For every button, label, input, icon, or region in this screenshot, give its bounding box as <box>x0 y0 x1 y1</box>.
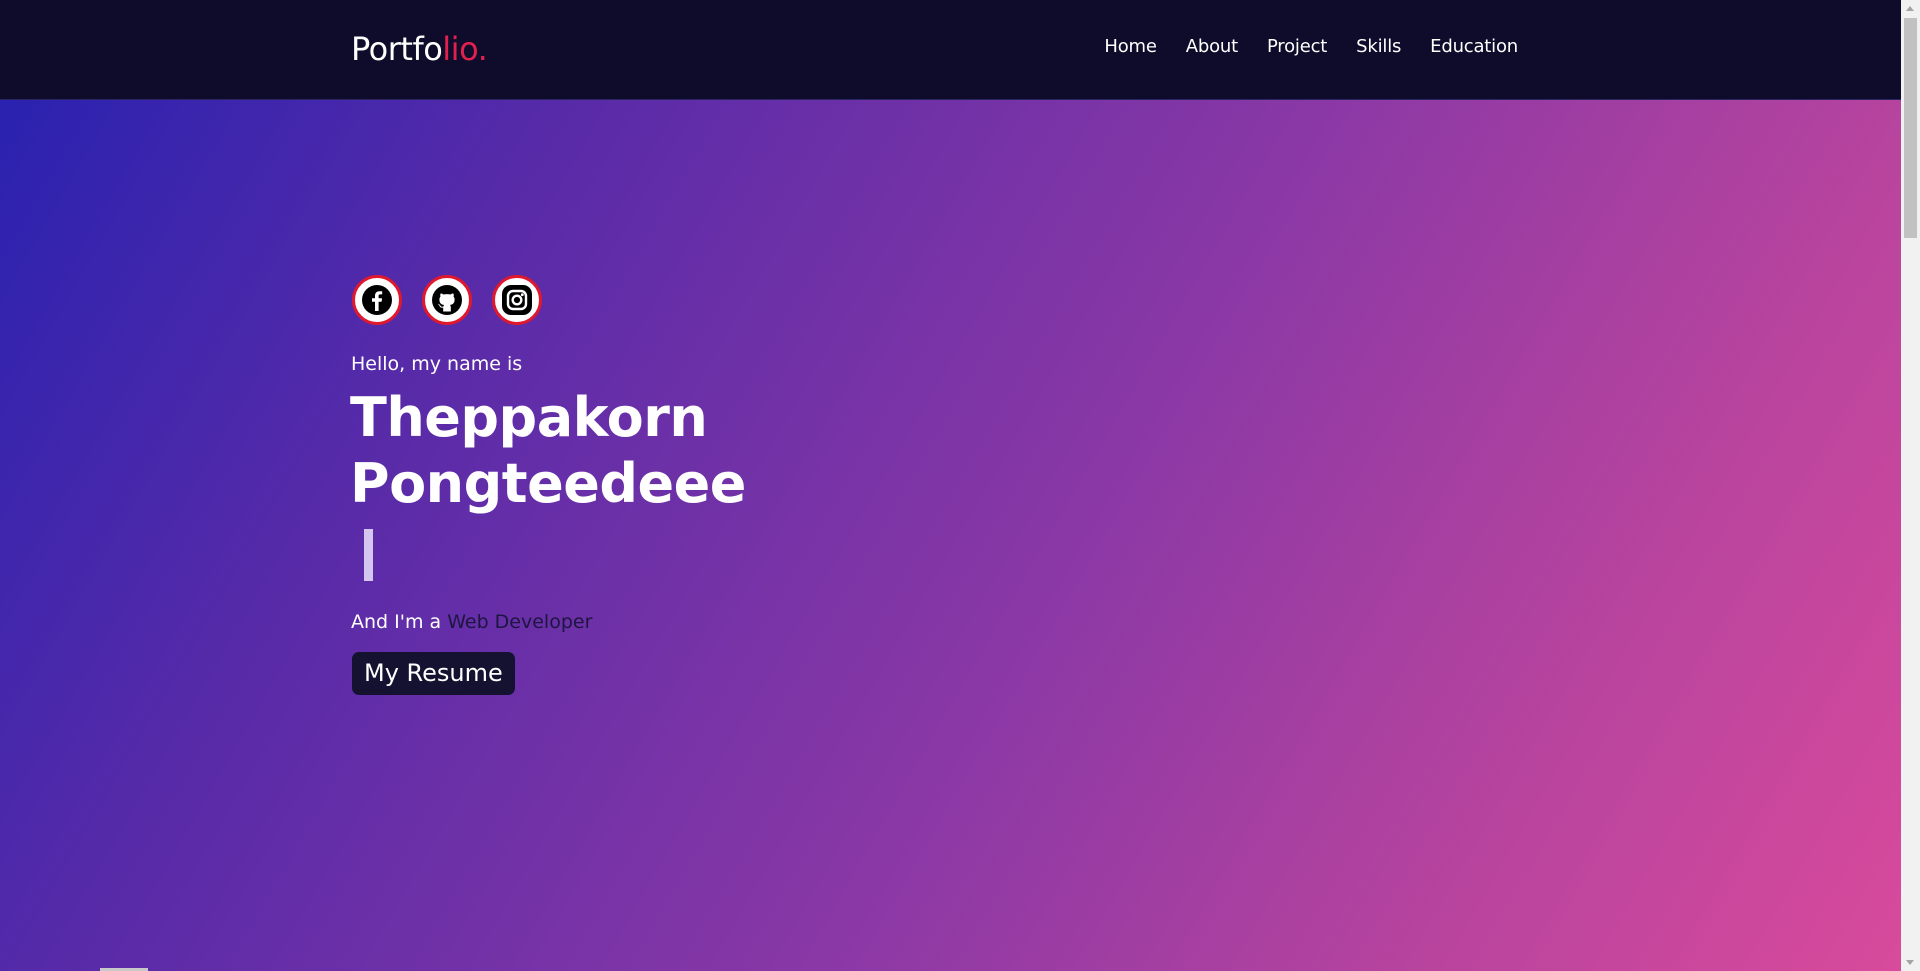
logo-accent-text: lio. <box>442 30 488 68</box>
logo[interactable]: Portfolio. <box>351 30 488 68</box>
nav-project[interactable]: Project <box>1267 36 1327 57</box>
github-icon <box>432 285 462 315</box>
logo-main-text: Portfo <box>351 30 443 68</box>
role-prefix: And I'm a <box>351 611 442 633</box>
github-link[interactable] <box>422 275 472 325</box>
typing-cursor <box>364 529 373 581</box>
instagram-icon <box>502 285 532 315</box>
hero-name: Theppakorn Pongteedeee <box>350 385 870 517</box>
page: Portfolio. Home About Project Skills Edu… <box>0 0 1920 971</box>
role-text: Web Developer <box>447 611 593 633</box>
facebook-link[interactable] <box>352 275 402 325</box>
resume-button[interactable]: My Resume <box>352 652 515 695</box>
main-nav: Home About Project Skills Education <box>1104 36 1518 57</box>
nav-home[interactable]: Home <box>1104 36 1157 57</box>
social-links <box>352 275 542 325</box>
nav-skills[interactable]: Skills <box>1356 36 1401 57</box>
greeting-text: Hello, my name is <box>351 353 523 375</box>
name-second-line: Pongteedeee <box>350 452 746 515</box>
name-first-line: Theppakorn <box>350 386 708 449</box>
instagram-link[interactable] <box>492 275 542 325</box>
vertical-scrollbar[interactable] <box>1901 0 1920 971</box>
scroll-up-arrow-icon[interactable] <box>1906 6 1914 11</box>
navbar: Portfolio. Home About Project Skills Edu… <box>0 0 1901 100</box>
nav-education[interactable]: Education <box>1430 36 1518 57</box>
hero-section <box>0 100 1901 971</box>
scroll-down-arrow-icon[interactable] <box>1906 960 1914 965</box>
nav-about[interactable]: About <box>1186 36 1238 57</box>
facebook-icon <box>362 285 392 315</box>
role-line: And I'm a Web Developer <box>351 611 592 633</box>
scrollbar-thumb[interactable] <box>1904 18 1917 238</box>
